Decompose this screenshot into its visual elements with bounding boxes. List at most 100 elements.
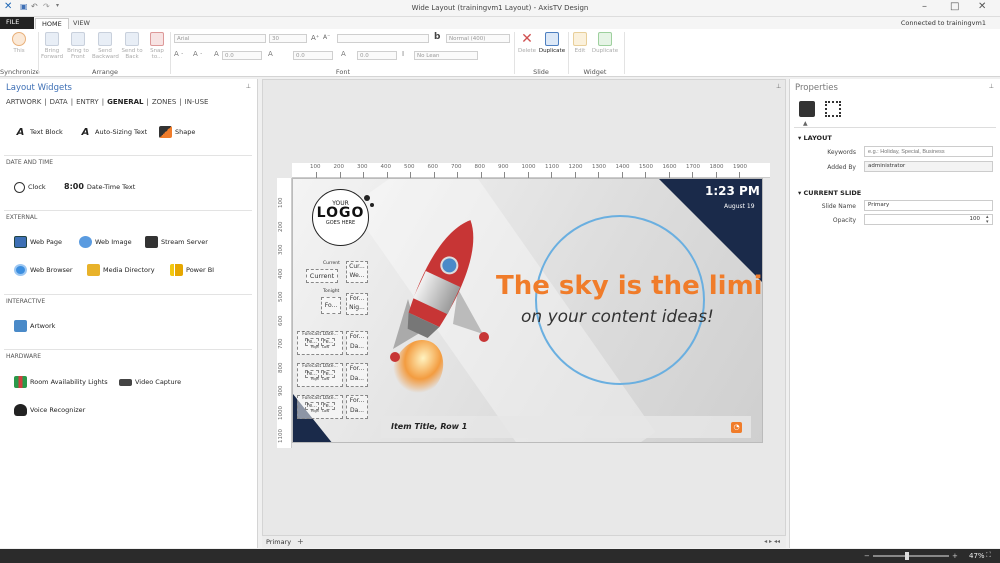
line-height-icon[interactable]: A [268, 50, 273, 58]
shrink-font-icon[interactable]: A⁻ [323, 34, 330, 41]
date-display[interactable]: August 19 [724, 203, 755, 210]
tab-view[interactable]: VIEW [67, 18, 96, 29]
opacity-spinner-icon[interactable]: ▴ ▾ [986, 215, 989, 225]
category-entry[interactable]: ENTRY [76, 98, 99, 106]
edit-icon [573, 32, 587, 46]
slide-name-input[interactable]: Primary [864, 200, 993, 211]
zoom-slider[interactable] [873, 555, 949, 557]
rocket-image[interactable] [388, 209, 498, 399]
widget-bounds-icon[interactable] [825, 101, 841, 117]
font-weight-select[interactable]: Normal (400) [446, 34, 510, 43]
close-icon[interactable]: ✕ [978, 1, 986, 12]
forecast-day-placeholder[interactable]: Forecast Date... Fe... Fe... High Low [297, 395, 343, 419]
duplicate-slide-button[interactable]: Duplicate [538, 32, 566, 54]
ticker-bar[interactable]: Item Title, Row 1 ◔ [381, 416, 751, 438]
keywords-input[interactable] [864, 146, 993, 157]
tonight-cond-placeholder[interactable]: For... Nig... [346, 293, 368, 315]
headline-text[interactable]: The sky is the limit [496, 271, 762, 301]
sync-this-button[interactable]: This [6, 32, 32, 54]
letter-spacing-icon[interactable]: A [214, 50, 219, 58]
category-general[interactable]: GENERAL [107, 98, 143, 106]
forecast-cond-placeholder[interactable]: For... Da... [346, 395, 368, 419]
subline-text[interactable]: on your content ideas! [521, 307, 714, 327]
layout-section-header[interactable]: ▾ LAYOUT [798, 134, 832, 142]
widget-auto-sizing-text[interactable]: A Auto-Sizing Text [79, 125, 148, 139]
font-highlight-icon[interactable]: A · [193, 50, 202, 58]
add-slide-button[interactable]: + [297, 537, 304, 546]
spacing-input-3[interactable]: 0.0 [357, 51, 397, 60]
pin-icon[interactable]: ⊥ [989, 83, 994, 90]
tab-file[interactable]: FILE [0, 17, 34, 29]
send-backward-button[interactable]: Send Backward [92, 32, 119, 60]
high-label: High [310, 409, 319, 413]
widget-text-block[interactable]: A Text Block [14, 125, 63, 139]
widget-clock[interactable]: Clock [14, 180, 46, 194]
auto-text-icon: A [81, 127, 90, 138]
widget-categories: ARTWORK | DATA | ENTRY | GENERAL | ZONES | IN-USE [6, 98, 211, 106]
zoom-out-icon[interactable]: − [864, 552, 870, 560]
logo-placeholder[interactable]: YOUR LOGO GOES HERE [312, 189, 369, 246]
send-to-back-button[interactable]: Send to Back [120, 32, 144, 60]
slide-tab-primary[interactable]: Primary [266, 538, 291, 546]
clock-display[interactable]: 1:23 PM [705, 184, 760, 198]
slide-preview[interactable]: YOUR LOGO GOES HERE 1:23 PM August 19 Th… [292, 178, 763, 443]
opacity-input[interactable]: 100 [864, 214, 993, 225]
zoom-in-icon[interactable]: + [952, 552, 958, 560]
widget-web-browser[interactable]: Web Browser [14, 263, 73, 277]
widget-shape[interactable]: Shape [159, 125, 195, 139]
category-in-use[interactable]: IN-USE [185, 98, 209, 106]
forecast-day-placeholder[interactable]: Forecast Date... Fe... Fe... High Low [297, 331, 343, 355]
current-temp-placeholder[interactable]: Current [306, 269, 338, 283]
zoom-thumb[interactable] [905, 552, 909, 560]
font-color-select[interactable] [337, 34, 429, 43]
edit-widget-button[interactable]: Edit [570, 32, 590, 54]
current-slide-section-header[interactable]: ▾ CURRENT SLIDE [798, 189, 861, 197]
category-zones[interactable]: ZONES [152, 98, 176, 106]
bring-forward-button[interactable]: Bring Forward [40, 32, 64, 60]
fit-icon[interactable]: ⛶ [986, 551, 991, 560]
widget-web-page[interactable]: Web Page [14, 235, 62, 249]
widget-room-lights[interactable]: Room Availability Lights [14, 375, 108, 389]
pin-icon[interactable]: ⊥ [246, 83, 251, 90]
category-artwork[interactable]: ARTWORK [6, 98, 41, 106]
widget-media-directory[interactable]: Media Directory [87, 263, 155, 277]
maximize-icon[interactable]: □ [950, 1, 959, 12]
delete-slide-button[interactable]: ✕ Delete [516, 32, 538, 54]
send-backward-label: Send Backward [92, 48, 119, 60]
lean-select[interactable]: No Lean [414, 51, 478, 60]
widget-video-capture[interactable]: Video Capture [119, 375, 181, 389]
bold-button[interactable]: b [434, 32, 440, 42]
spacing-input-2[interactable]: 0.0 [293, 51, 333, 60]
widget-stream-server[interactable]: Stream Server [145, 235, 208, 249]
minimize-icon[interactable]: – [922, 1, 927, 12]
widget-web-image[interactable]: Web Image [79, 235, 132, 249]
italic-icon[interactable]: I [402, 50, 404, 58]
forecast-day-placeholder[interactable]: Forecast Date... Fe... Fe... High Low [297, 363, 343, 387]
font-family-select[interactable]: Arial [174, 34, 266, 43]
tonight-temp-placeholder[interactable]: Fo... [321, 297, 341, 314]
spacing-input-1[interactable]: 0.0 [222, 51, 262, 60]
group-arrange: Arrange [92, 68, 118, 76]
widget-artwork[interactable]: Artwork [14, 319, 55, 333]
properties-list-icon[interactable] [799, 101, 815, 117]
category-data[interactable]: DATA [50, 98, 68, 106]
widget-date-time-text[interactable]: 8:00 Date-Time Text [64, 180, 135, 194]
forecast-cond-placeholder[interactable]: For... Da... [346, 331, 368, 355]
ribbon-tabs: FILE HOME VIEW Connected to trainingvm1 [0, 17, 1000, 29]
widget-voice-recognizer[interactable]: Voice Recognizer [14, 403, 85, 417]
outline-icon[interactable]: A [341, 50, 346, 58]
snap-to-button[interactable]: Snap to... [146, 32, 168, 60]
voice-icon [14, 404, 27, 416]
current-cond-placeholder[interactable]: Cur... We... [346, 261, 368, 283]
widget-power-bi[interactable]: Power BI [170, 263, 214, 277]
duplicate-widget-button[interactable]: Duplicate [591, 32, 619, 54]
canvas-pin-icon[interactable]: ⊥ [776, 83, 781, 90]
bring-to-front-button[interactable]: Bring to Front [66, 32, 90, 60]
font-a-icon[interactable]: A · [174, 50, 183, 58]
slide-nav-icon[interactable]: ◂ ▸ ◂◂ [764, 538, 780, 545]
tab-home[interactable]: HOME [35, 18, 69, 29]
font-size-select[interactable]: 30 [269, 34, 307, 43]
grow-font-icon[interactable]: A⁺ [311, 34, 319, 42]
forecast-cond-placeholder[interactable]: For... Da... [346, 363, 368, 387]
divider [624, 32, 625, 74]
